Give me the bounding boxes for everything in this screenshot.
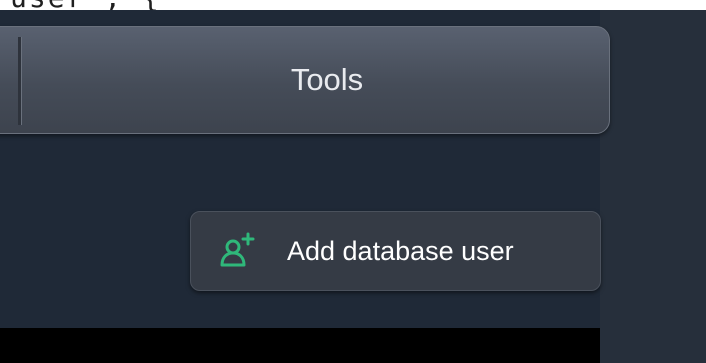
add-database-user-button[interactable]: Add database user <box>190 211 601 291</box>
add-database-user-label: Add database user <box>287 235 514 266</box>
right-side-panel <box>600 10 706 363</box>
top-code-strip: user", { <box>0 0 706 10</box>
content-area-black <box>0 328 600 363</box>
tools-tab-label: Tools <box>290 62 364 97</box>
add-user-icon <box>219 232 257 270</box>
partial-code-text: user", { <box>10 0 161 10</box>
tools-tab[interactable]: Tools <box>0 26 610 134</box>
